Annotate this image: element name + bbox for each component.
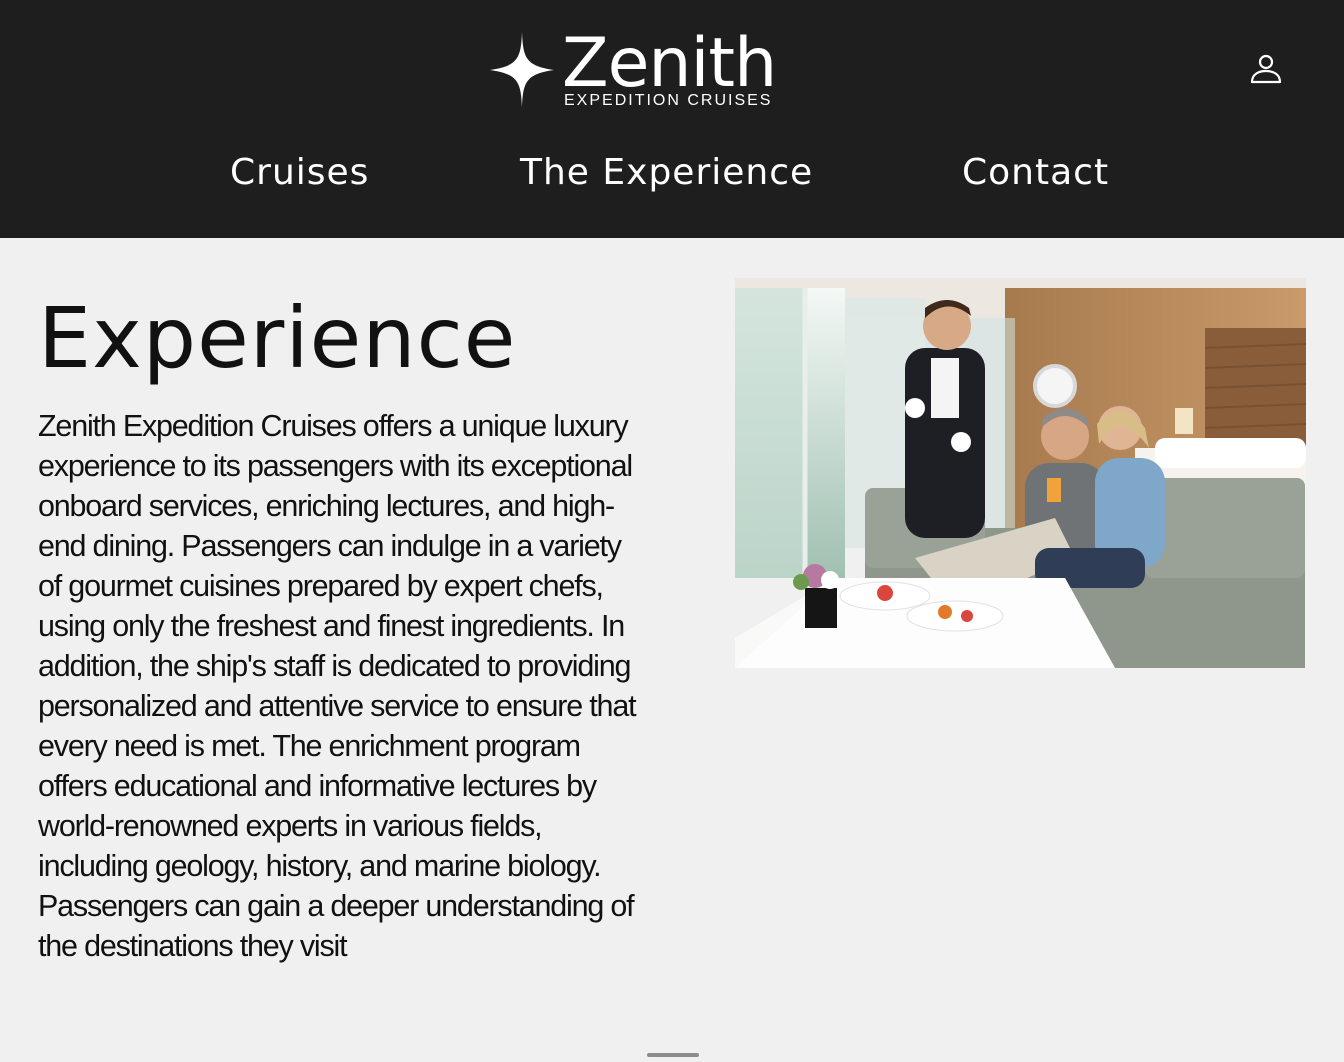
- body-text-container: Zenith Expedition Cruises offers a uniqu…: [38, 406, 638, 1038]
- zenith-logo[interactable]: Zenith EXPEDITION CRUISES: [490, 24, 790, 112]
- scroll-indicator[interactable]: [647, 1053, 699, 1057]
- star-icon: [490, 32, 554, 108]
- nav-contact[interactable]: Contact: [962, 150, 1109, 196]
- page-title: Experience: [38, 289, 517, 387]
- suite-photo-illustration: [735, 278, 1306, 668]
- user-icon: [1250, 54, 1282, 84]
- experience-photo: [735, 278, 1306, 668]
- site-header: Zenith EXPEDITION CRUISES Cruises The Ex…: [0, 0, 1344, 238]
- experience-description: Zenith Expedition Cruises offers a uniqu…: [38, 409, 637, 963]
- nav-cruises[interactable]: Cruises: [230, 150, 369, 196]
- logo-tagline: EXPEDITION CRUISES: [564, 92, 773, 109]
- account-button[interactable]: [1246, 52, 1286, 88]
- nav-the-experience[interactable]: The Experience: [520, 150, 813, 196]
